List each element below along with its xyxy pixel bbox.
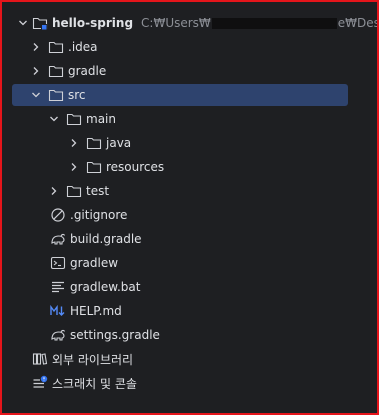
tree-label: main <box>86 112 116 126</box>
tree-item-scratches[interactable]: 스크래치 및 콘솔 <box>2 372 377 394</box>
tree-label: 외부 라이브러리 <box>52 352 134 367</box>
tree-label: .idea <box>68 40 98 54</box>
text-file-icon <box>50 279 66 295</box>
folder-icon <box>48 87 64 103</box>
tree-item-external-libraries[interactable]: 외부 라이브러리 <box>2 348 377 370</box>
folder-icon <box>66 111 82 127</box>
gradle-elephant-icon <box>50 327 66 343</box>
tree-item-help-md[interactable]: HELP.md <box>2 300 377 322</box>
tree-label: src <box>68 88 86 102</box>
library-icon <box>32 351 48 367</box>
tree-item-src[interactable]: src <box>12 84 348 106</box>
chevron-down-icon[interactable] <box>30 84 42 106</box>
tree-label: resources <box>106 160 165 174</box>
tree-label: gradle <box>68 64 107 78</box>
folder-icon <box>48 39 64 55</box>
tree-label: 스크래치 및 콘솔 <box>52 376 137 391</box>
tree-label: test <box>86 184 110 198</box>
tree-item-main[interactable]: main <box>2 108 377 130</box>
tree-item-resources[interactable]: resources <box>2 156 377 178</box>
tree-item-build-gradle[interactable]: build.gradle <box>2 228 377 250</box>
tree-item-settings-gradle[interactable]: settings.gradle <box>2 324 377 346</box>
folder-icon <box>86 159 102 175</box>
tree-item-test[interactable]: test <box>2 180 377 202</box>
scratch-console-icon <box>32 375 48 391</box>
chevron-down-icon[interactable] <box>18 12 28 34</box>
tree-item-java[interactable]: java <box>2 132 377 154</box>
folder-icon <box>48 63 64 79</box>
folder-icon <box>66 183 82 199</box>
tree-item-project-root[interactable]: hello-spring C:₩Users₩e₩Desktop₩deve <box>2 12 377 34</box>
tree-label: build.gradle <box>70 232 142 246</box>
project-panel: hello-spring C:₩Users₩e₩Desktop₩deve .id… <box>0 0 379 415</box>
tree-item-gitignore[interactable]: .gitignore <box>2 204 377 226</box>
tree-label: HELP.md <box>70 304 122 318</box>
markdown-icon <box>50 303 66 319</box>
module-folder-icon <box>32 15 48 31</box>
gradle-elephant-icon <box>50 231 66 247</box>
tree-label: gradlew.bat <box>70 280 141 294</box>
ignore-file-icon <box>50 207 66 223</box>
tree-label: .gitignore <box>70 208 128 222</box>
chevron-right-icon[interactable] <box>48 180 60 202</box>
folder-icon <box>86 135 102 151</box>
tree-item-gradle[interactable]: gradle <box>2 60 377 82</box>
chevron-right-icon[interactable] <box>68 132 80 154</box>
tree-item-gradlew-bat[interactable]: gradlew.bat <box>2 276 377 298</box>
tree-label: java <box>106 136 132 150</box>
project-path: C:₩Users₩e₩Desktop₩deve <box>141 16 379 30</box>
redacted-path <box>211 18 337 29</box>
chevron-right-icon[interactable] <box>68 156 80 178</box>
terminal-script-icon <box>50 255 66 271</box>
tree-label: gradlew <box>70 256 119 270</box>
project-name: hello-spring <box>52 16 134 30</box>
tree-item-gradlew[interactable]: gradlew <box>2 252 377 274</box>
chevron-right-icon[interactable] <box>30 36 42 58</box>
tree-item-idea[interactable]: .idea <box>2 36 377 58</box>
tree-label: settings.gradle <box>70 328 160 342</box>
chevron-right-icon[interactable] <box>30 60 42 82</box>
chevron-down-icon[interactable] <box>48 108 60 130</box>
